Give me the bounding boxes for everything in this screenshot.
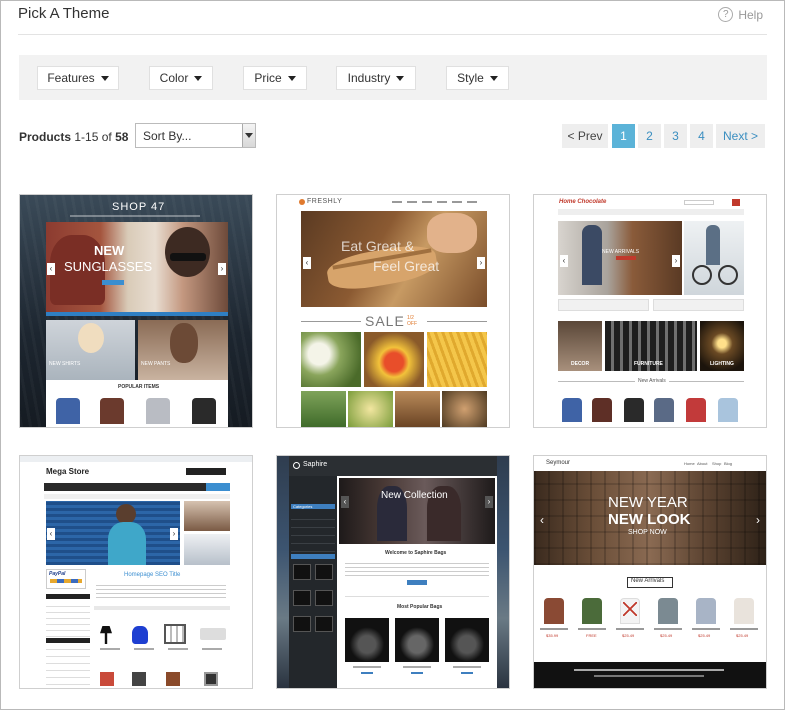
pagination-next[interactable]: Next >: [716, 124, 765, 148]
theme-sidebar-heading: Categories: [293, 504, 313, 509]
chevron-right-icon: ›: [672, 255, 680, 267]
theme-hero-line1: NEW: [94, 243, 125, 258]
products-count: Products 1-15 of 58: [19, 130, 128, 144]
theme-thumbnail: SHOP 47 NEW SUNGLASSES ‹ › NEW SHIRTS NE…: [20, 195, 252, 427]
chevron-down-icon: [245, 133, 253, 138]
theme-tile-label: NEW PANTS: [141, 361, 171, 367]
chevron-left-icon: ‹: [341, 496, 349, 508]
chevron-down-icon: [287, 75, 296, 81]
filter-label: Features: [47, 71, 95, 85]
pagination-page-1[interactable]: 1: [612, 124, 635, 148]
help-label: Help: [738, 7, 763, 22]
pagination-page-4[interactable]: 4: [690, 124, 713, 148]
theme-tile-label: LIGHTING: [710, 361, 734, 367]
chevron-left-icon: ‹: [540, 513, 544, 527]
chevron-right-icon: ›: [170, 528, 178, 540]
chevron-right-icon: ›: [477, 257, 485, 269]
theme-hero-line1: NEW YEAR: [608, 494, 688, 511]
sort-select[interactable]: Sort By...: [135, 123, 256, 148]
theme-hero-title: New Collection: [381, 490, 448, 501]
chevron-down-icon: [396, 75, 405, 81]
theme-seo-title: Homepage SEO Title: [124, 572, 181, 578]
pagination-page-2[interactable]: 2: [638, 124, 661, 148]
theme-section-title: Most Popular Bags: [397, 604, 443, 610]
sort-select-button[interactable]: [242, 124, 255, 147]
theme-card-saphire[interactable]: Saphire Categories New Collection ‹ › We…: [276, 455, 510, 689]
theme-price: $25.49: [698, 633, 711, 638]
theme-card-home-chocolate[interactable]: Home Chocolate NEW ARRIVALS ‹ › DECOR FU…: [533, 194, 767, 428]
theme-hero-line3: SHOP NOW: [628, 529, 667, 536]
filter-label: Color: [159, 71, 189, 85]
theme-price: FREE: [586, 633, 597, 638]
theme-card-shop47[interactable]: SHOP 47 NEW SUNGLASSES ‹ › NEW SHIRTS NE…: [19, 194, 253, 428]
theme-card-freshly[interactable]: FRESHLY Eat Great & Feel Great ‹ › SALE …: [276, 194, 510, 428]
filter-bar: Features Color Price Industry Style: [19, 55, 767, 100]
theme-logo: SHOP 47: [112, 201, 166, 213]
pagination-page-3[interactable]: 3: [664, 124, 687, 148]
chevron-left-icon: ‹: [303, 257, 311, 269]
theme-price: $25.49: [736, 633, 749, 638]
pagination-prev[interactable]: < Prev: [562, 124, 608, 148]
theme-paypal-badge: PayPal: [49, 571, 66, 577]
filter-label: Industry: [347, 71, 391, 85]
theme-section-title: New Arrivals: [635, 378, 669, 384]
theme-hero-line1: Eat Great &: [341, 238, 415, 254]
theme-banner-label: NEW ARRIVALS: [602, 249, 640, 255]
theme-nav-item: Home: [684, 461, 695, 466]
theme-tile-label: DECOR: [571, 361, 590, 367]
theme-logo: Saphire: [303, 461, 328, 468]
page-title: Pick A Theme: [18, 5, 110, 22]
help-link[interactable]: ? Help: [718, 7, 763, 22]
theme-thumbnail: Mega Store ‹ › PayPal Homepage SEO Title: [20, 456, 252, 688]
theme-logo: FRESHLY: [307, 198, 343, 205]
theme-section-title: New Arrivals: [631, 578, 665, 584]
filter-label: Style: [457, 71, 484, 85]
filter-features[interactable]: Features: [37, 66, 119, 90]
theme-tile-label: FURNITURE: [634, 361, 663, 367]
theme-welcome-title: Welcome to Saphire Bags: [385, 550, 447, 556]
theme-card-mega-store[interactable]: Mega Store ‹ › PayPal Homepage SEO Title: [19, 455, 253, 689]
theme-section-title: POPULAR ITEMS: [118, 384, 160, 390]
theme-logo: Mega Store: [46, 467, 90, 476]
theme-card-seymour[interactable]: Seymour Home About Shop Blog NEW YEAR NE…: [533, 455, 767, 689]
theme-nav-item: About: [697, 461, 708, 466]
filter-label: Price: [254, 71, 282, 85]
chevron-left-icon: ‹: [47, 263, 55, 275]
theme-thumbnail: Home Chocolate NEW ARRIVALS ‹ › DECOR FU…: [534, 195, 766, 427]
theme-hero-line2: SUNGLASSES: [64, 259, 153, 274]
theme-sale-label: SALE: [365, 313, 405, 329]
theme-nav-item: Blog: [724, 461, 733, 466]
theme-hero-line2: NEW LOOK: [608, 511, 691, 528]
products-label: Products: [19, 130, 72, 144]
header-divider: [18, 34, 767, 35]
chevron-right-icon: ›: [218, 263, 226, 275]
chevron-down-icon: [194, 75, 203, 81]
filter-color[interactable]: Color: [149, 66, 213, 90]
filter-price[interactable]: Price: [243, 66, 307, 90]
theme-thumbnail: Saphire Categories New Collection ‹ › We…: [277, 456, 509, 688]
theme-nav-item: Shop: [712, 461, 722, 466]
chevron-down-icon: [489, 75, 498, 81]
filter-industry[interactable]: Industry: [336, 66, 416, 90]
theme-price: $25.49: [622, 633, 635, 638]
theme-sale-badge: 1/2 OFF: [407, 315, 417, 327]
theme-tile-label: NEW SHIRTS: [49, 361, 81, 367]
filter-style[interactable]: Style: [446, 66, 509, 90]
theme-price: $35.99: [546, 633, 559, 638]
products-total: 58: [115, 130, 129, 144]
theme-logo: Seymour: [546, 460, 571, 466]
chevron-right-icon: ›: [756, 513, 760, 527]
sort-select-value: Sort By...: [143, 129, 192, 143]
theme-logo: Home Chocolate: [559, 199, 607, 205]
chevron-left-icon: ‹: [47, 528, 55, 540]
theme-thumbnail: FRESHLY Eat Great & Feel Great ‹ › SALE …: [277, 195, 509, 427]
help-icon: ?: [718, 7, 734, 22]
chevron-down-icon: [100, 75, 109, 81]
products-range: 1-15 of: [74, 130, 112, 144]
theme-thumbnail: Seymour Home About Shop Blog NEW YEAR NE…: [534, 456, 766, 688]
chevron-left-icon: ‹: [560, 255, 568, 267]
theme-price: $25.49: [660, 633, 673, 638]
chevron-right-icon: ›: [485, 496, 493, 508]
theme-hero-line2: Feel Great: [373, 258, 440, 274]
